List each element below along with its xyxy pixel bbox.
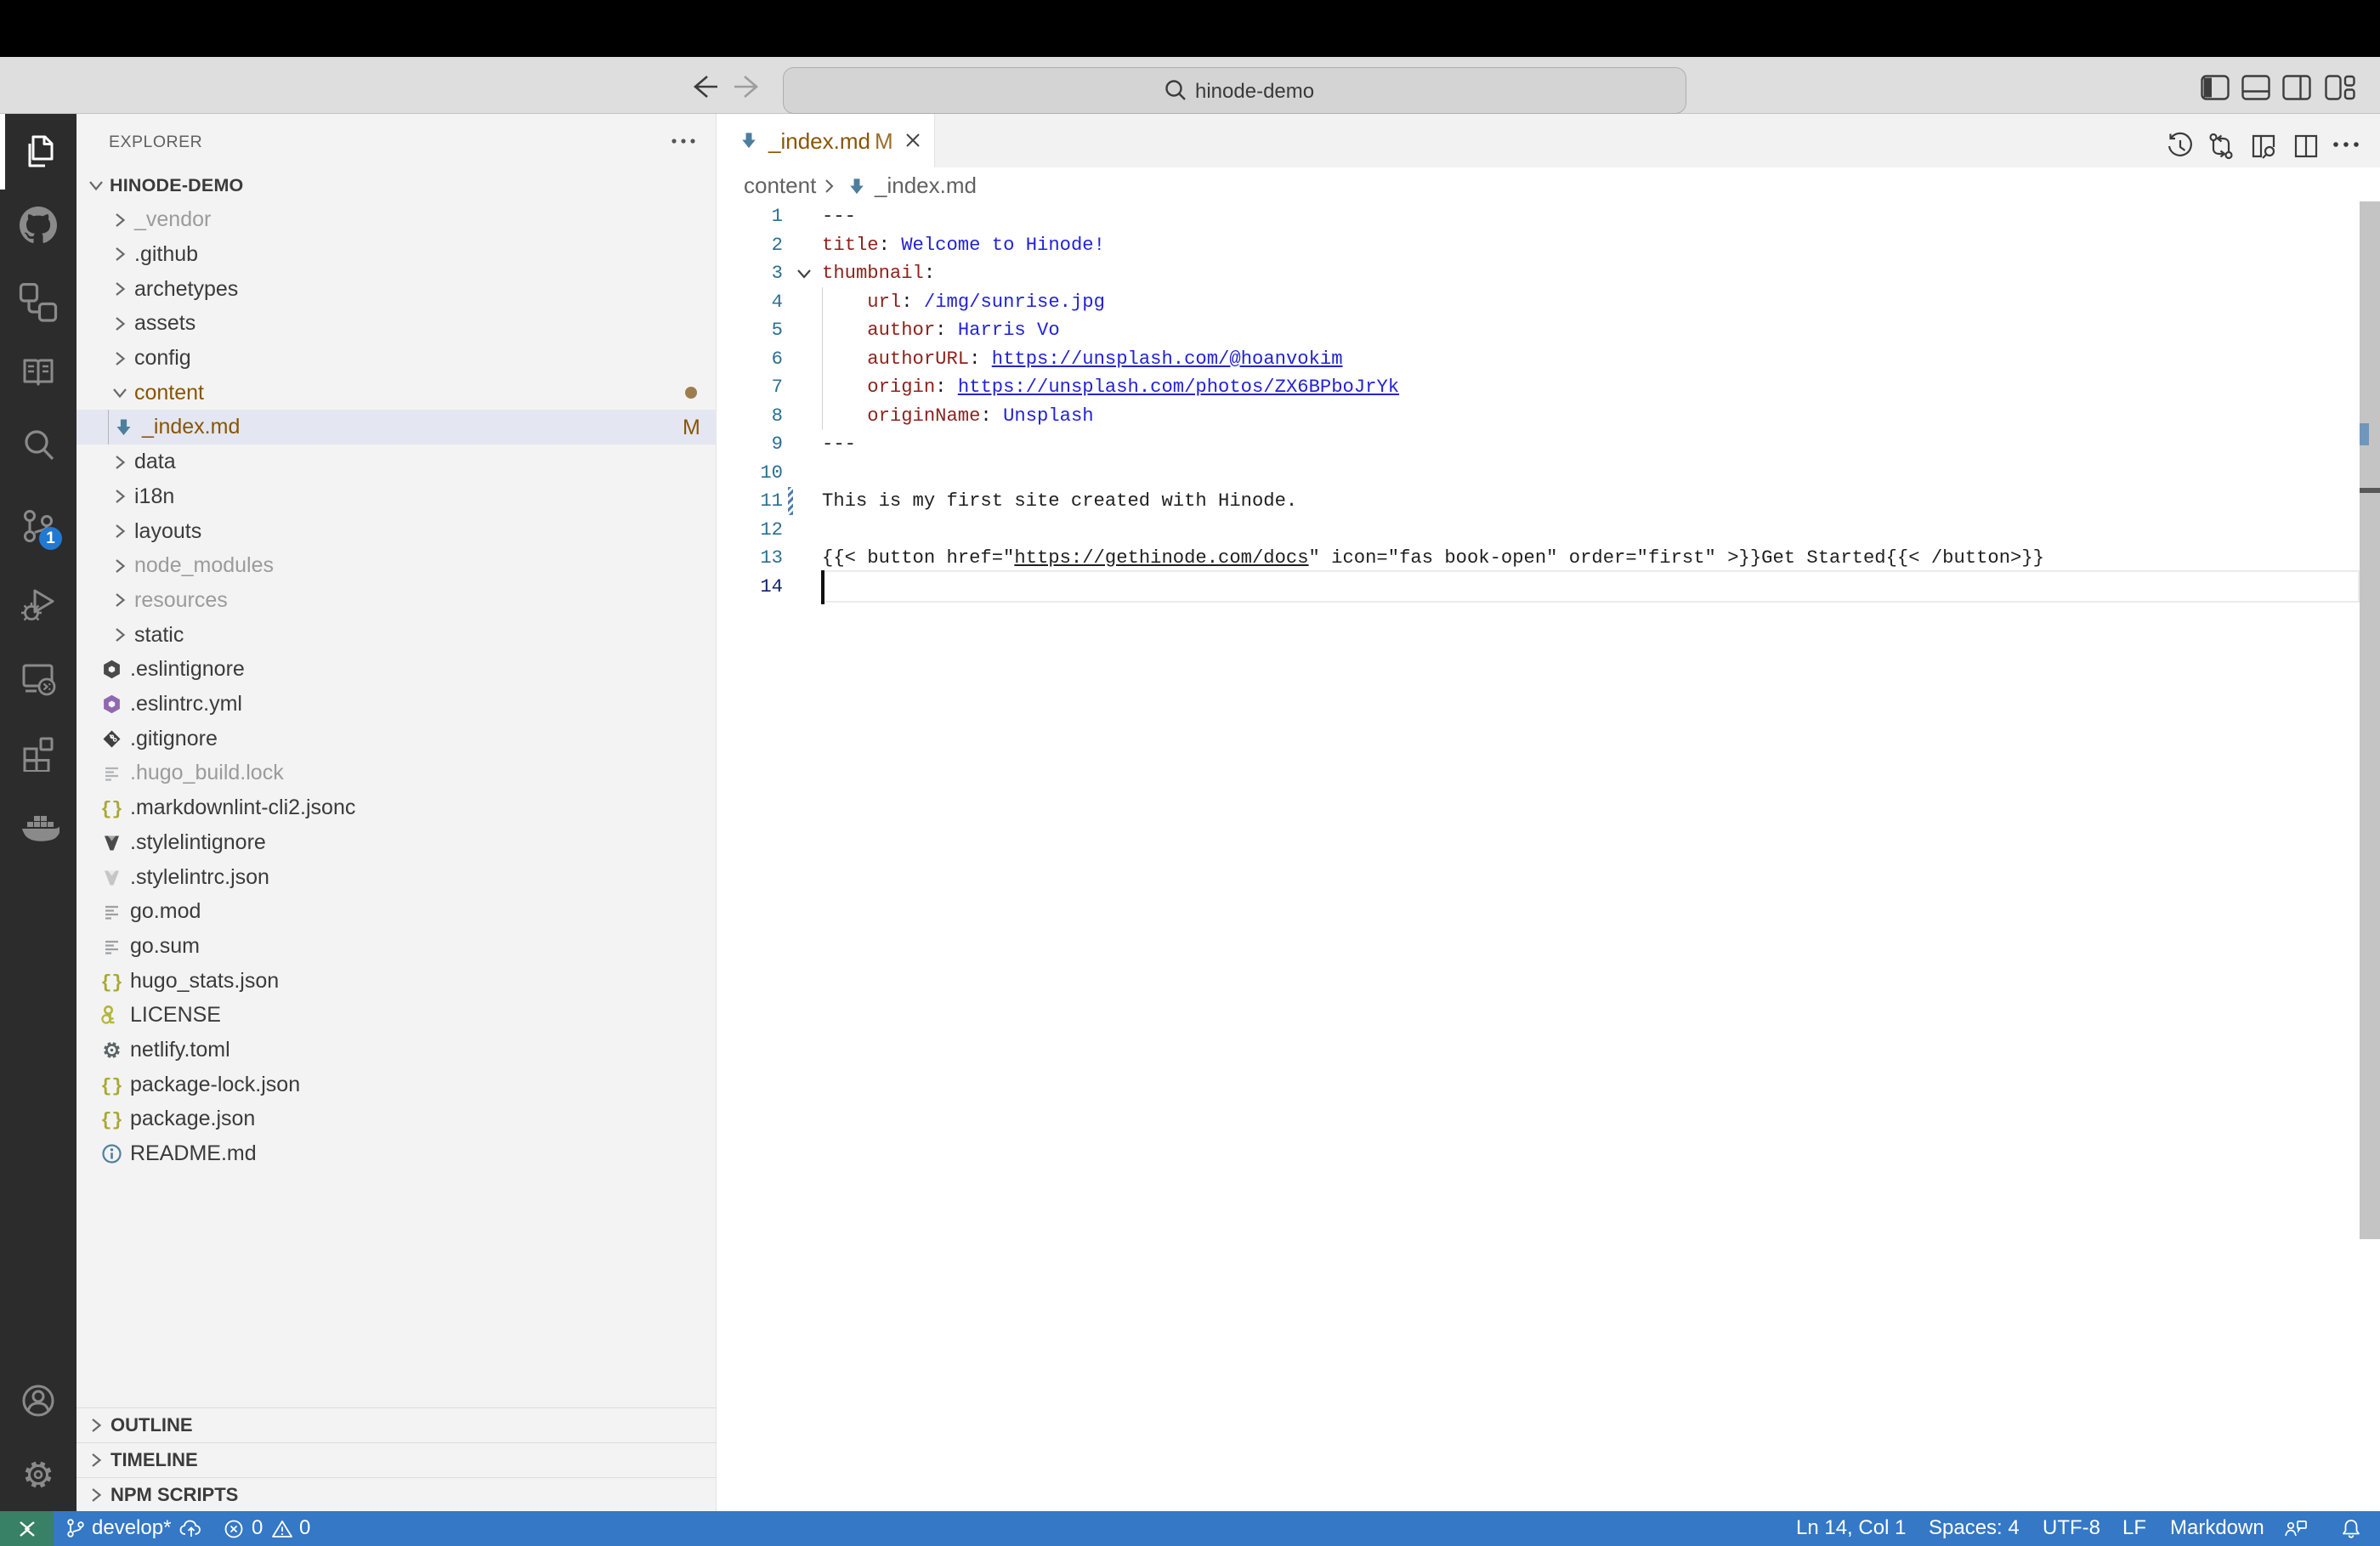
- svg-text:{}: {}: [100, 799, 122, 819]
- svg-text:{}: {}: [100, 972, 122, 993]
- svg-text:{}: {}: [100, 1076, 122, 1096]
- svg-text:{}: {}: [100, 1110, 122, 1130]
